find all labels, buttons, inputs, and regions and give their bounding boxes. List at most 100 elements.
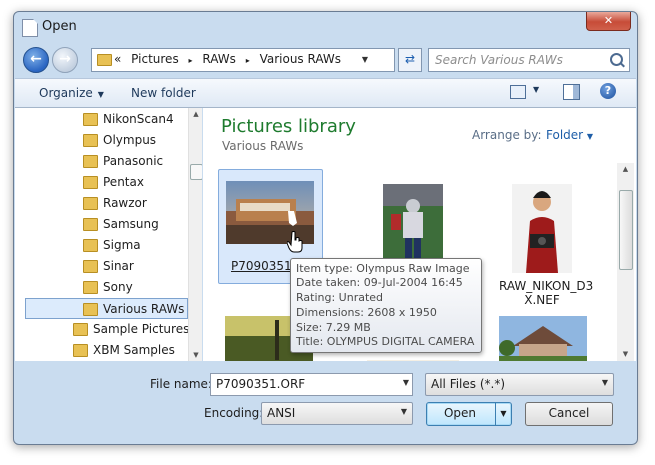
sidebar-item-label: Sample Pictures [93, 322, 190, 336]
scrollbar-thumb[interactable] [619, 190, 633, 270]
organize-button[interactable]: Organize ▼ [39, 86, 104, 100]
tooltip-size: Size: 7.29 MB [296, 321, 371, 334]
chevron-down-icon[interactable]: ▼ [403, 378, 409, 387]
sidebar-item-label: Sony [103, 280, 133, 294]
file-info-tooltip: Item type: Olympus Raw Image Date taken:… [290, 258, 482, 353]
sidebar-item-label: Panasonic [103, 154, 164, 168]
folder-icon [83, 281, 98, 294]
file-type-select[interactable]: All Files (*.*) ▼ [425, 373, 614, 396]
back-button[interactable]: ← [23, 47, 49, 73]
folder-icon [83, 113, 98, 126]
cancel-button[interactable]: Cancel [525, 402, 613, 426]
breadcrumb-overflow[interactable]: « [114, 52, 121, 66]
file-tile[interactable] [383, 184, 443, 264]
forward-button[interactable]: → [52, 47, 78, 73]
sidebar-item-samsung[interactable]: Samsung [15, 214, 187, 234]
sidebar-item-label: NikonScan4 [103, 112, 174, 126]
folder-icon [83, 218, 98, 231]
sidebar-item-sample-pictures[interactable]: Sample Pictures [15, 319, 190, 339]
address-bar[interactable]: « Pictures ▸ RAWs ▸ Various RAWs ▼ [91, 48, 395, 72]
sidebar-item-rawzor[interactable]: Rawzor [15, 193, 187, 213]
new-folder-button[interactable]: New folder [131, 86, 196, 100]
file-name-line: X.NEF [524, 293, 560, 307]
hand-cursor-icon [287, 231, 303, 253]
file-tile[interactable] [499, 316, 587, 361]
sidebar-item-label: Sigma [103, 238, 141, 252]
chevron-down-icon[interactable]: ▼ [533, 85, 539, 94]
chevron-down-icon: ▼ [97, 90, 104, 99]
close-button[interactable]: ✕ [586, 12, 631, 31]
encoding-select[interactable]: ANSI ▼ [261, 402, 413, 425]
file-name-value: P7090351.ORF [216, 377, 306, 391]
photo-thumbnail [512, 184, 572, 273]
folder-icon [97, 54, 112, 66]
photo-thumbnail [367, 360, 459, 361]
search-input[interactable]: Search Various RAWs [428, 48, 630, 72]
photo-thumbnail [383, 184, 443, 264]
folder-icon [83, 303, 98, 316]
arrange-by-dropdown[interactable]: Folder ▼ [546, 128, 593, 142]
file-name-combobox[interactable]: P7090351.ORF ▼ [210, 373, 413, 396]
chevron-down-icon[interactable]: ▼ [495, 403, 511, 425]
sidebar-item-sony[interactable]: Sony [15, 277, 187, 297]
file-form: File name: P7090351.ORF ▼ All Files (*.*… [14, 362, 637, 444]
scroll-down-icon[interactable]: ▼ [189, 351, 202, 359]
tooltip-rating: Rating: Unrated [296, 291, 384, 304]
sidebar-item-pentax[interactable]: Pentax [15, 172, 187, 192]
scroll-up-icon[interactable]: ▲ [617, 165, 634, 173]
command-bar: Organize ▼ New folder ▼ ? [15, 78, 636, 108]
folder-icon [83, 197, 98, 210]
chevron-down-icon: ▼ [601, 378, 608, 387]
sidebar-scrollbar[interactable]: ▲ ▼ [188, 108, 202, 361]
search-placeholder: Search Various RAWs [435, 53, 563, 67]
file-tile[interactable]: RAW_NIKON_D3 X.NEF [499, 184, 593, 307]
chevron-down-icon: ▼ [400, 407, 407, 416]
file-name-label: File name: [150, 377, 212, 391]
sidebar-item-xbm-samples[interactable]: XBM Samples [15, 340, 187, 360]
library-title: Pictures library [221, 116, 356, 137]
sidebar-item-various-raws[interactable]: Various RAWs [25, 298, 188, 319]
breadcrumb-raws[interactable]: RAWs [202, 52, 236, 66]
folder-icon [83, 155, 98, 168]
sidebar-item-panasonic[interactable]: Panasonic [15, 151, 187, 171]
folder-icon [73, 344, 88, 357]
tooltip-title: Title: OLYMPUS DIGITAL CAMERA [296, 335, 475, 348]
open-button-label: Open [443, 406, 477, 420]
encoding-label: Encoding: [204, 406, 264, 420]
sidebar-item-sinar[interactable]: Sinar [15, 256, 187, 276]
sidebar-item-label: XBM Samples [93, 343, 175, 357]
scrollbar-thumb[interactable] [190, 164, 202, 180]
file-name-label: RAW_NIKON_D3 X.NEF [499, 279, 594, 307]
open-button[interactable]: Open ▼ [426, 402, 512, 426]
refresh-icon[interactable]: ⇄ [398, 48, 422, 72]
sidebar-item-label: Various RAWs [103, 302, 185, 316]
document-icon [22, 19, 38, 37]
encoding-value: ANSI [267, 406, 296, 420]
sidebar-item-label: Samsung [103, 217, 159, 231]
breadcrumb-separator[interactable]: ▸ [189, 56, 193, 65]
file-list-scrollbar[interactable]: ▲ ▼ [617, 163, 634, 361]
preview-pane-icon[interactable] [563, 84, 580, 100]
breadcrumb-various-raws[interactable]: Various RAWs [260, 52, 341, 66]
file-tile[interactable] [367, 360, 459, 361]
breadcrumb-pictures[interactable]: Pictures [131, 52, 179, 66]
folder-icon [73, 323, 88, 336]
sidebar-item-nikonscan4[interactable]: NikonScan4 [15, 109, 187, 129]
folder-icon [83, 176, 98, 189]
photo-thumbnail [499, 316, 587, 361]
window-title: Open [42, 19, 77, 34]
scroll-down-icon[interactable]: ▼ [617, 350, 634, 358]
sidebar-item-label: Sinar [103, 259, 134, 273]
scroll-up-icon[interactable]: ▲ [189, 110, 202, 118]
chevron-down-icon: ▼ [586, 132, 594, 141]
open-dialog: Open ✕ ← → « Pictures ▸ RAWs ▸ Various R… [13, 11, 638, 445]
title-bar: Open ✕ [14, 12, 637, 42]
breadcrumb-separator[interactable]: ▸ [246, 56, 250, 65]
file-name-line: RAW_NIKON_D3 [499, 279, 594, 293]
views-icon[interactable] [510, 85, 526, 99]
folder-icon [83, 134, 98, 147]
sidebar-item-olympus[interactable]: Olympus [15, 130, 187, 150]
sidebar-item-sigma[interactable]: Sigma [15, 235, 187, 255]
chevron-down-icon[interactable]: ▼ [356, 49, 374, 71]
help-icon[interactable]: ? [600, 83, 616, 99]
